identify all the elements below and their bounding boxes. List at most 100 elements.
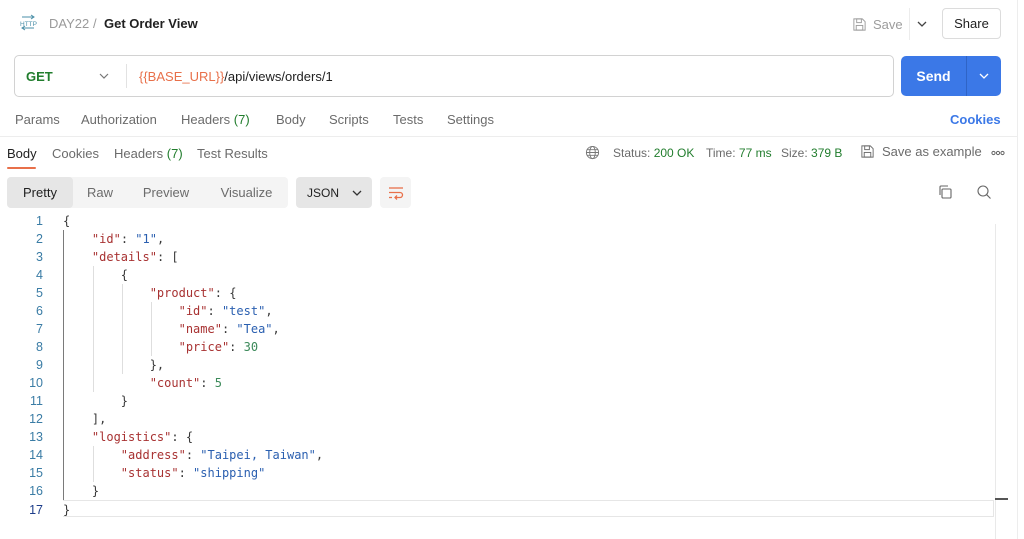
globe-icon[interactable]	[585, 145, 600, 160]
more-options-icon[interactable]	[991, 148, 1005, 158]
url-variable: {{BASE_URL}}	[139, 69, 225, 84]
url-input[interactable]: {{BASE_URL}}/api/views/orders/1	[139, 69, 333, 84]
line-number: 7	[36, 322, 43, 336]
request-title[interactable]: Get Order View	[104, 16, 198, 31]
line-number: 3	[36, 250, 43, 264]
view-pretty[interactable]: Pretty	[7, 177, 73, 208]
line-number: 9	[36, 358, 43, 372]
copy-icon[interactable]	[937, 184, 953, 200]
tab-body[interactable]: Body	[276, 112, 306, 127]
code-line: 10 "count": 5	[0, 374, 1000, 392]
cookies-link[interactable]: Cookies	[950, 112, 1001, 127]
wrap-lines-button[interactable]	[380, 177, 411, 208]
breadcrumb-collection[interactable]: DAY22	[49, 16, 89, 31]
share-button[interactable]: Share	[942, 8, 1001, 39]
line-number: 13	[29, 430, 43, 444]
code-line: 7 "name": "Tea",	[0, 320, 1000, 338]
line-number: 10	[29, 376, 43, 390]
size-value: 379 B	[811, 146, 843, 160]
time-readout[interactable]: Time: 77 ms	[706, 146, 772, 160]
divider	[126, 64, 127, 88]
tab-scripts[interactable]: Scripts	[329, 112, 369, 127]
code-line: 6 "id": "test",	[0, 302, 1000, 320]
http-icon: HTTP	[20, 14, 37, 31]
save-options-dropdown[interactable]	[912, 14, 932, 34]
send-label[interactable]: Send	[901, 56, 967, 96]
divider	[909, 8, 910, 40]
code-line: 14 "address": "Taipei, Taiwan",	[0, 446, 1000, 464]
method-select[interactable]: GET	[26, 69, 53, 84]
tab-authorization[interactable]: Authorization	[81, 112, 157, 127]
status-readout[interactable]: Status: 200 OK	[613, 146, 694, 160]
line-number: 5	[36, 286, 43, 300]
url-bar: GET {{BASE_URL}}/api/views/orders/1	[14, 55, 894, 97]
breadcrumb-separator: /	[93, 16, 97, 31]
line-number: 11	[30, 394, 43, 408]
editor-scrollbar[interactable]	[995, 224, 996, 539]
headers-count: (7)	[233, 112, 250, 127]
code-line: 9 },	[0, 356, 1000, 374]
response-headers-count: (7)	[166, 146, 183, 161]
code-line: 3 "details": [	[0, 248, 1000, 266]
code-line: 11 }	[0, 392, 1000, 410]
tab-params[interactable]: Params	[15, 112, 60, 127]
save-label: Save	[873, 16, 903, 32]
view-raw[interactable]: Raw	[73, 177, 127, 208]
divider	[0, 136, 1017, 137]
code-line: 4 {	[0, 266, 1000, 284]
save-as-example-label: Save as example	[882, 144, 982, 159]
code-line: 15 "status": "shipping"	[0, 464, 1000, 482]
tab-tests[interactable]: Tests	[393, 112, 423, 127]
status-label: Status:	[613, 146, 651, 160]
svg-text:HTTP: HTTP	[20, 21, 37, 28]
line-number: 8	[36, 340, 43, 354]
line-number: 14	[29, 448, 43, 462]
response-tab-body[interactable]: Body	[7, 146, 37, 161]
response-tab-cookies[interactable]: Cookies	[52, 146, 99, 161]
chevron-down-icon	[979, 73, 989, 79]
response-tab-test-results[interactable]: Test Results	[197, 146, 268, 161]
save-icon	[861, 145, 874, 158]
code-line: 2 "id": "1",	[0, 230, 1000, 248]
response-tab-headers[interactable]: Headers (7)	[114, 146, 183, 161]
format-value: JSON	[307, 185, 340, 200]
active-tab-indicator	[7, 167, 36, 169]
line-number: 16	[29, 484, 43, 498]
format-select[interactable]: JSON	[296, 177, 372, 208]
view-visualize[interactable]: Visualize	[205, 177, 288, 208]
time-label: Time:	[706, 146, 736, 160]
code-line: 12 ],	[0, 410, 1000, 428]
tab-headers[interactable]: Headers (7)	[181, 112, 250, 127]
chevron-down-icon[interactable]	[97, 69, 111, 83]
tab-settings[interactable]: Settings	[447, 112, 494, 127]
save-icon	[853, 17, 866, 31]
response-tab-headers-label: Headers	[114, 146, 164, 161]
search-icon[interactable]	[976, 184, 992, 200]
status-value: 200 OK	[653, 146, 695, 160]
code-line: 5 "product": {	[0, 284, 1000, 302]
code-line: 1{	[0, 212, 1000, 230]
line-number: 15	[29, 466, 43, 480]
window-edge	[1017, 0, 1024, 539]
line-number: 6	[36, 304, 43, 318]
size-readout[interactable]: Size: 379 B	[781, 146, 842, 160]
header: HTTP DAY22 / Get Order View Save Share	[0, 0, 1017, 48]
chevron-down-icon	[917, 21, 927, 27]
code-line: 16 }	[0, 482, 1000, 500]
request-tabs: Params Authorization Headers (7) Body Sc…	[0, 108, 1017, 134]
chevron-down-icon	[352, 190, 362, 196]
save-button[interactable]: Save	[852, 10, 903, 38]
save-as-example-button[interactable]: Save as example	[860, 144, 982, 159]
view-mode-selector: Pretty Raw Preview Visualize	[7, 177, 288, 208]
size-label: Size:	[781, 146, 808, 160]
send-button[interactable]: Send	[901, 56, 1001, 96]
current-line-highlight	[63, 500, 994, 517]
view-preview[interactable]: Preview	[127, 177, 205, 208]
tab-headers-label: Headers	[181, 112, 231, 127]
wrap-lines-icon	[388, 186, 403, 200]
time-value: 77 ms	[738, 146, 772, 160]
code-line: 13 "logistics": {	[0, 428, 1000, 446]
response-body-editor[interactable]: 1{ 2 "id": "1", 3 "details": [ 4 { 5 "pr…	[0, 212, 1017, 539]
line-number: 4	[36, 268, 43, 282]
send-options-dropdown[interactable]	[967, 56, 1001, 96]
